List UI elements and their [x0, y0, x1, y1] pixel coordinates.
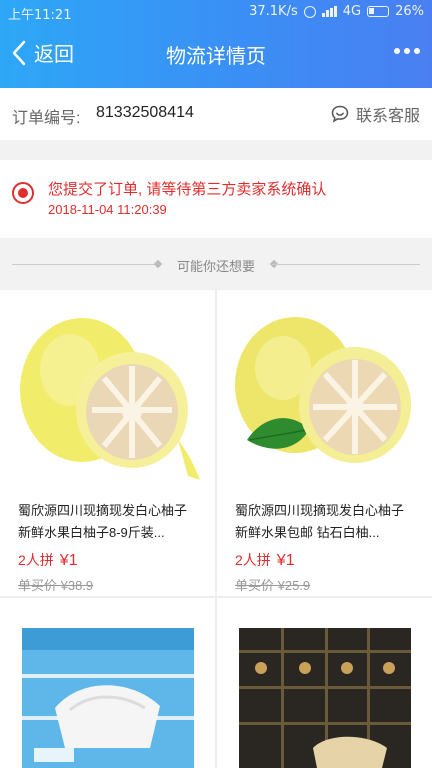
- battery-icon: [367, 6, 390, 17]
- recommend-divider: 可能你还想要: [0, 238, 432, 290]
- divider-line: [272, 264, 420, 265]
- group-label: 2人拼: [235, 552, 271, 568]
- header: 上午11:21 37.1K/s 4G 26% 返回 物流详情页: [0, 0, 432, 88]
- status-bar: 上午11:21 37.1K/s 4G 26%: [0, 0, 432, 24]
- group-price: 2人拼 ¥1: [18, 550, 78, 570]
- chat-icon: [331, 105, 349, 123]
- battery-level: 26%: [395, 4, 424, 19]
- single-price: 单买价 ¥38.9: [18, 578, 94, 593]
- contact-service-label: 联系客服: [355, 108, 420, 125]
- product-image-pomelo: [0, 290, 215, 490]
- product-name: 蜀欣源四川现摘现发白心柚子新鲜水果白柚子8-9斤装...: [18, 503, 188, 540]
- network-type: 4G: [342, 4, 362, 19]
- product-card[interactable]: [217, 598, 432, 768]
- product-image-tissue-dark: [217, 598, 432, 768]
- status-icons: 37.1K/s 4G 26%: [249, 4, 424, 19]
- product-card[interactable]: 蜀欣源四川现摘现发白心柚子新鲜水果白柚子8-9斤装... 2人拼 ¥1 单买价 ¥…: [0, 290, 215, 596]
- status-time: 上午11:21: [8, 8, 72, 23]
- signal-icon: [321, 6, 337, 17]
- status-dot-icon: [12, 182, 34, 204]
- order-status-notice: 您提交了订单, 请等待第三方卖家系统确认 2018-11-04 11:20:39: [0, 160, 432, 238]
- page-title: 物流详情页: [166, 46, 266, 68]
- alarm-icon: [303, 5, 316, 18]
- product-image-pomelo-leaves: [217, 290, 432, 490]
- order-number: 81332508414: [96, 104, 194, 121]
- product-name: 蜀欣源四川现摘现发白心柚子新鲜水果包邮 钻石白柚...: [235, 503, 405, 540]
- more-button[interactable]: [394, 48, 420, 54]
- group-label: 2人拼: [18, 552, 54, 568]
- more-dots-icon: [394, 48, 400, 54]
- single-price: 单买价 ¥25.9: [235, 578, 311, 593]
- group-price: 2人拼 ¥1: [235, 550, 295, 570]
- order-info: 订单编号: 81332508414 联系客服: [0, 88, 432, 140]
- product-card[interactable]: 蜀欣源四川现摘现发白心柚子新鲜水果包邮 钻石白柚... 2人拼 ¥1 单买价 ¥2…: [217, 290, 432, 596]
- status-message: 您提交了订单, 请等待第三方卖家系统确认: [48, 181, 327, 198]
- order-number-label: 订单编号:: [12, 110, 81, 127]
- group-price-value: ¥1: [59, 552, 78, 569]
- product-image-tissue-blue: [0, 598, 215, 768]
- recommend-title: 可能你还想要: [176, 259, 255, 274]
- navbar: 返回 物流详情页: [0, 26, 432, 82]
- product-card[interactable]: [0, 598, 215, 768]
- product-grid: 蜀欣源四川现摘现发白心柚子新鲜水果白柚子8-9斤装... 2人拼 ¥1 单买价 ¥…: [0, 290, 432, 768]
- network-speed: 37.1K/s: [249, 4, 298, 19]
- status-time-stamp: 2018-11-04 11:20:39: [48, 202, 167, 217]
- group-price-value: ¥1: [276, 552, 295, 569]
- contact-service-button[interactable]: 联系客服: [330, 102, 420, 126]
